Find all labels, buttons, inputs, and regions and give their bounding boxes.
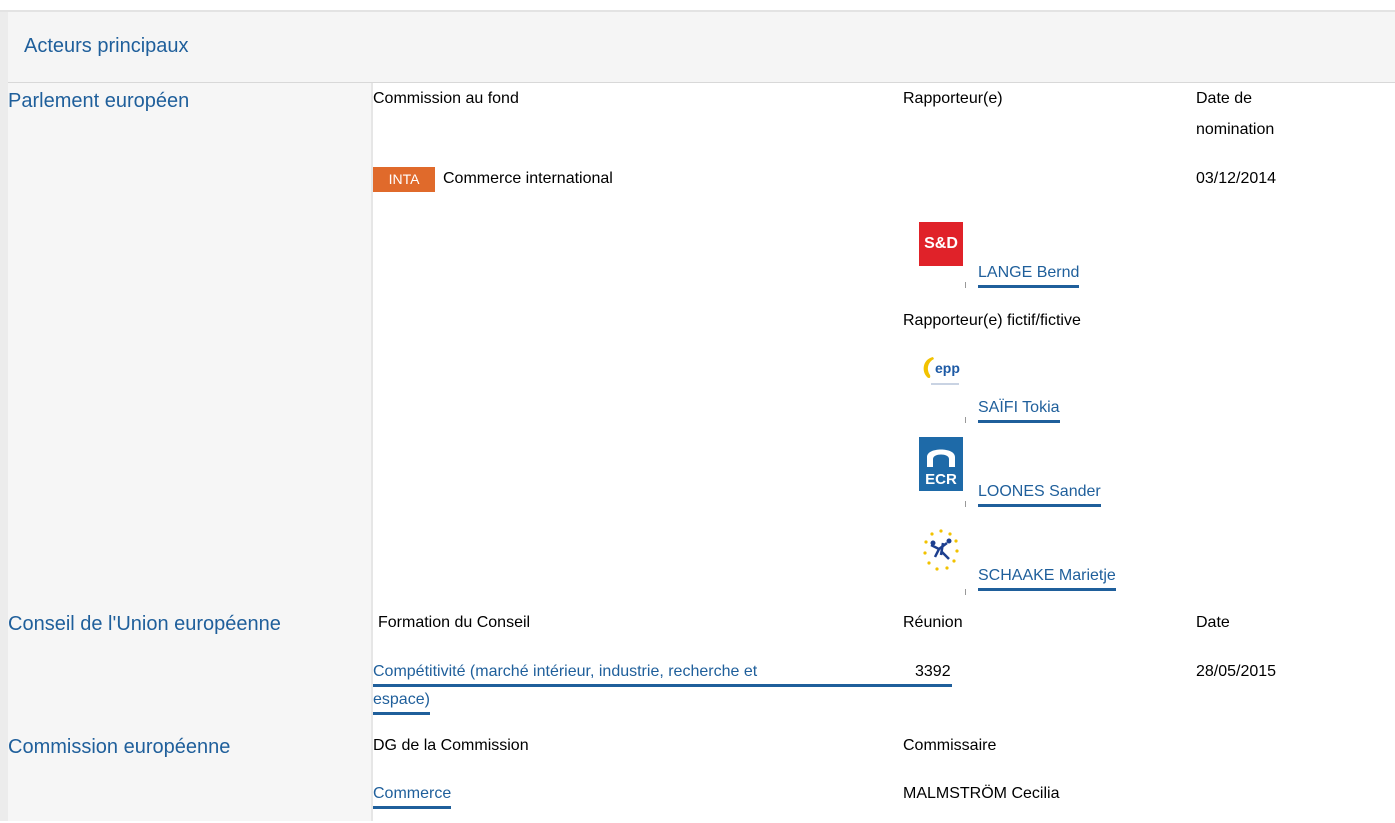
section-title: Acteurs principaux <box>24 35 189 57</box>
council-meeting: 3392 <box>915 663 951 680</box>
ecr-group-logo: ECR <box>919 437 963 491</box>
header-meeting: Réunion <box>903 614 963 631</box>
alde-group-logo <box>919 525 963 579</box>
ecr-logo-text: ECR <box>925 471 957 488</box>
logo-tick <box>965 417 966 423</box>
section-header <box>0 12 1395 83</box>
header-date-line1: Date de <box>1196 90 1253 107</box>
left-strip <box>0 12 8 821</box>
committee-name: Commerce international <box>443 170 613 187</box>
header-committee: Commission au fond <box>373 90 519 107</box>
committee-date: 03/12/2014 <box>1196 170 1277 187</box>
council-date: 28/05/2015 <box>1196 663 1277 680</box>
institution-council: Conseil de l'Union européenne <box>8 613 281 635</box>
institution-commission: Commission européenne <box>8 736 231 758</box>
shadow-link-saifi[interactable]: SAÏFI Tokia <box>978 397 1060 423</box>
header-rapporteur: Rapporteur(e) <box>903 90 1003 107</box>
epp-group-logo: epp <box>919 353 963 399</box>
shadow-link-schaake[interactable]: SCHAAKE Marietje <box>978 565 1116 591</box>
header-council-date: Date <box>1196 614 1230 631</box>
shadow-link-loones[interactable]: LOONES Sander <box>978 481 1101 507</box>
header-dg: DG de la Commission <box>373 737 529 754</box>
shadow-rapporteur-label: Rapporteur(e) fictif/fictive <box>903 312 1081 329</box>
svg-text:epp: epp <box>935 360 960 376</box>
institution-column <box>8 83 372 821</box>
council-formation-link[interactable]: Compétitivité (marché intérieur, industr… <box>373 661 952 688</box>
header-date-line2: nomination <box>1196 121 1275 138</box>
committee-badge: INTA <box>373 167 435 192</box>
institution-parliament: Parlement européen <box>8 90 190 112</box>
commissioner-name: MALMSTRÖM Cecilia <box>903 785 1060 802</box>
dg-link[interactable]: Commerce <box>373 783 452 809</box>
logo-tick <box>965 501 966 507</box>
sd-group-logo: S&D <box>919 222 963 266</box>
logo-tick <box>965 282 966 288</box>
header-formation: Formation du Conseil <box>378 614 531 631</box>
logo-tick <box>965 589 966 595</box>
header-commissioner: Commissaire <box>903 737 997 754</box>
formation-line1[interactable]: Compétitivité (marché intérieur, industr… <box>373 661 952 687</box>
formation-line2-link[interactable]: espace) <box>373 689 430 715</box>
rapporteur-link[interactable]: LANGE Bernd <box>978 262 1080 288</box>
